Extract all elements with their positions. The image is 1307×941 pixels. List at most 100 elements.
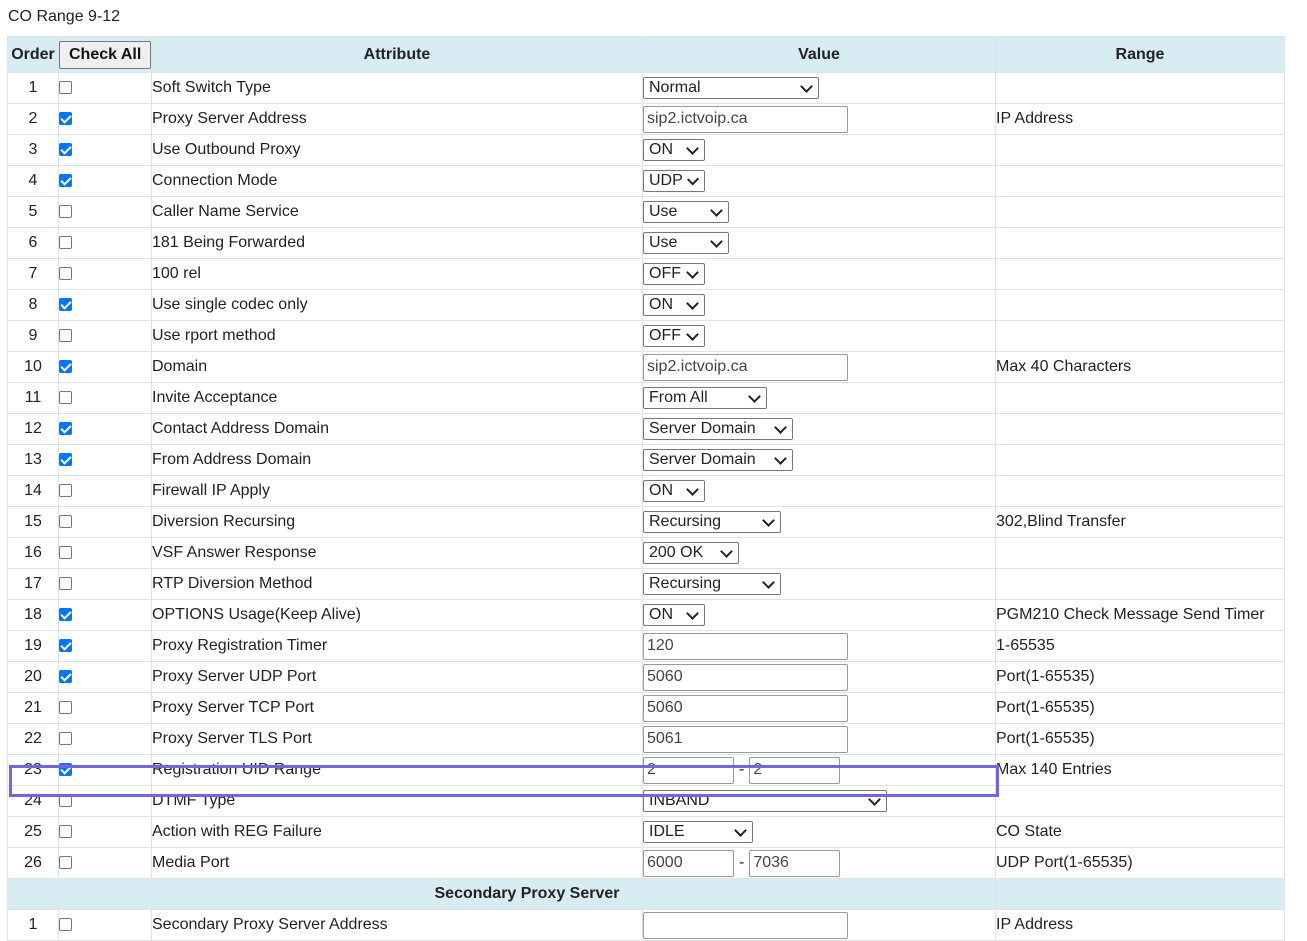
value-select[interactable]: Normal bbox=[643, 77, 819, 99]
value-select[interactable]: From All bbox=[643, 387, 767, 409]
row-checkbox[interactable] bbox=[59, 391, 72, 405]
order-cell: 23 bbox=[7, 754, 59, 786]
row-checkbox[interactable] bbox=[59, 112, 72, 126]
table-row: 20 Proxy Server UDP Port 5060 Port(1-65535) bbox=[7, 661, 1285, 693]
value-cell bbox=[642, 909, 996, 941]
row-checkbox[interactable] bbox=[59, 794, 72, 808]
check-all-button[interactable]: Check All bbox=[59, 40, 151, 69]
chevron-down-icon bbox=[774, 420, 787, 434]
value-cell: Use bbox=[642, 196, 996, 228]
range-cell: 302,Blind Transfer bbox=[995, 506, 1285, 538]
row-checkbox[interactable] bbox=[59, 670, 72, 684]
row-checkbox[interactable] bbox=[59, 484, 72, 498]
value-input[interactable]: sip2.ictvoip.ca bbox=[643, 353, 848, 381]
value-select[interactable]: ON bbox=[643, 139, 705, 161]
row-checkbox[interactable] bbox=[59, 298, 72, 312]
table-row: 21 Proxy Server TCP Port 5060 Port(1-65535) bbox=[7, 692, 1285, 724]
range-cell bbox=[995, 475, 1285, 507]
row-checkbox[interactable] bbox=[59, 236, 72, 250]
value-cell: 2-2 bbox=[642, 754, 996, 786]
row-checkbox[interactable] bbox=[59, 701, 72, 715]
row-checkbox[interactable] bbox=[59, 825, 72, 839]
value-select[interactable]: ON bbox=[643, 294, 705, 316]
value-input[interactable]: 5060 bbox=[643, 663, 848, 691]
table-row: 5 Caller Name Service Use bbox=[7, 196, 1285, 228]
row-checkbox[interactable] bbox=[59, 577, 72, 591]
row-checkbox[interactable] bbox=[59, 732, 72, 746]
value-cell: Server Domain bbox=[642, 444, 996, 476]
value-select[interactable]: UDP bbox=[643, 170, 705, 192]
select-value: From All bbox=[649, 389, 708, 406]
check-cell bbox=[58, 382, 152, 414]
value-select[interactable]: Use bbox=[643, 201, 729, 223]
value-select[interactable]: INBAND bbox=[643, 790, 887, 812]
value-cell: 200 OK bbox=[642, 537, 996, 569]
attribute-label: Use Outbound Proxy bbox=[151, 134, 643, 166]
check-cell bbox=[58, 444, 152, 476]
range-start-input[interactable]: 2 bbox=[643, 756, 734, 784]
value-input[interactable]: 5060 bbox=[643, 694, 848, 722]
value-select[interactable]: OFF bbox=[643, 263, 705, 285]
range-cell bbox=[995, 537, 1285, 569]
range-end-input[interactable]: 7036 bbox=[749, 849, 841, 877]
row-checkbox[interactable] bbox=[59, 360, 72, 374]
value-input[interactable] bbox=[643, 911, 848, 939]
order-cell: 13 bbox=[7, 444, 59, 476]
row-checkbox[interactable] bbox=[59, 329, 72, 343]
row-checkbox[interactable] bbox=[59, 546, 72, 560]
range-cell: Port(1-65535) bbox=[995, 723, 1285, 755]
row-checkbox[interactable] bbox=[59, 608, 72, 622]
value-select[interactable]: ON bbox=[643, 604, 705, 626]
value-cell: OFF bbox=[642, 258, 996, 290]
row-checkbox[interactable] bbox=[59, 422, 72, 436]
chevron-down-icon bbox=[710, 234, 723, 248]
chevron-down-icon bbox=[774, 451, 787, 465]
row-checkbox[interactable] bbox=[59, 453, 72, 467]
range-cell bbox=[995, 196, 1285, 228]
row-checkbox[interactable] bbox=[59, 918, 72, 932]
value-input[interactable]: 5061 bbox=[643, 725, 848, 753]
row-checkbox[interactable] bbox=[59, 205, 72, 219]
value-cell: 5061 bbox=[642, 723, 996, 755]
row-checkbox[interactable] bbox=[59, 143, 72, 157]
row-checkbox[interactable] bbox=[59, 763, 72, 777]
order-cell: 6 bbox=[7, 227, 59, 259]
row-checkbox[interactable] bbox=[59, 174, 72, 188]
row-checkbox[interactable] bbox=[59, 267, 72, 281]
order-cell: 14 bbox=[7, 475, 59, 507]
row-checkbox[interactable] bbox=[59, 856, 72, 870]
range-cell: CO State bbox=[995, 816, 1285, 848]
value-input[interactable]: 120 bbox=[643, 632, 848, 660]
attribute-table: Order Check All Attribute Value Range 1S… bbox=[7, 36, 1285, 941]
value-select[interactable]: Server Domain bbox=[643, 418, 793, 440]
value-select[interactable]: Recursing bbox=[643, 511, 781, 533]
select-value: Use bbox=[649, 234, 678, 251]
table-row: 11 Invite Acceptance From All bbox=[7, 382, 1285, 414]
value-select[interactable]: 200 OK bbox=[643, 542, 739, 564]
attribute-label: Registration UID Range bbox=[151, 754, 643, 786]
attribute-label: Invite Acceptance bbox=[151, 382, 643, 414]
range-end-input[interactable]: 2 bbox=[749, 756, 841, 784]
range-start-input[interactable]: 6000 bbox=[643, 849, 734, 877]
value-select[interactable]: Use bbox=[643, 232, 729, 254]
table-row: 14 Firewall IP Apply ON bbox=[7, 475, 1285, 507]
check-cell bbox=[58, 816, 152, 848]
attribute-label: RTP Diversion Method bbox=[151, 568, 643, 600]
value-input[interactable]: sip2.ictvoip.ca bbox=[643, 105, 848, 133]
attribute-label: 181 Being Forwarded bbox=[151, 227, 643, 259]
value-select[interactable]: ON bbox=[643, 480, 705, 502]
order-cell: 4 bbox=[7, 165, 59, 197]
row-checkbox[interactable] bbox=[59, 81, 72, 95]
check-cell bbox=[58, 475, 152, 507]
table-row: 10 Domain sip2.ictvoip.ca Max 40 Characters bbox=[7, 351, 1285, 383]
order-cell: 8 bbox=[7, 289, 59, 321]
check-cell bbox=[58, 227, 152, 259]
value-select[interactable]: IDLE bbox=[643, 821, 753, 843]
value-select[interactable]: Recursing bbox=[643, 573, 781, 595]
value-select[interactable]: Server Domain bbox=[643, 449, 793, 471]
row-checkbox[interactable] bbox=[59, 515, 72, 529]
order-cell: 11 bbox=[7, 382, 59, 414]
value-select[interactable]: OFF bbox=[643, 325, 705, 347]
attribute-label: Media Port bbox=[151, 847, 643, 879]
row-checkbox[interactable] bbox=[59, 639, 72, 653]
